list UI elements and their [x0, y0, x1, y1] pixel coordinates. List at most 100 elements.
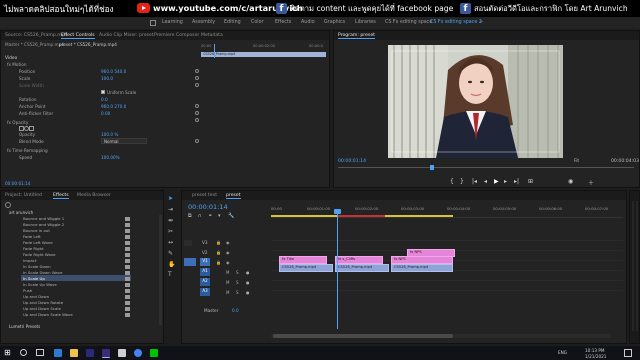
timeline-timecode[interactable]: 00:00:01:14	[188, 203, 228, 211]
lock-icon[interactable]: 🔒	[216, 240, 221, 245]
workspace-assembly[interactable]: Assembly	[192, 20, 215, 25]
notepad-icon[interactable]	[118, 349, 126, 357]
insert-icon[interactable]: ⊞	[528, 178, 533, 185]
effect-item[interactable]: Fade Left	[23, 234, 41, 239]
breadcrumb-master[interactable]: Master * CS526_Pramp.mp4	[5, 42, 64, 47]
lock-icon[interactable]: 🔒	[216, 260, 221, 265]
task-view-icon[interactable]	[36, 349, 44, 356]
ec-value-anchor-point[interactable]: 960.0 270.0	[101, 104, 126, 109]
program-playhead[interactable]	[430, 165, 434, 170]
clip-v2-nps[interactable]: fx NPS	[391, 256, 453, 264]
linked-selection-icon[interactable]: ⚭	[208, 213, 212, 219]
ec-mini-timeline[interactable]: 00:00 00:00:02:00 00:00:0 CS526_Pramp.mp…	[201, 44, 329, 58]
ripple-edit-tool-icon[interactable]: ⇹	[168, 217, 173, 224]
effect-item[interactable]: Bounce in out	[23, 228, 50, 233]
track-label-v2[interactable]: V2	[202, 250, 208, 255]
sync-lock-icon[interactable]	[184, 240, 192, 246]
eye-icon[interactable]: ◉	[226, 250, 230, 255]
program-timecode[interactable]: 00:00:01:14	[338, 159, 366, 164]
workspace-editing[interactable]: Editing	[224, 20, 241, 25]
timeline-scroll-thumb[interactable]	[273, 334, 453, 338]
eye-icon[interactable]: ◉	[226, 240, 230, 245]
clip-v1-2[interactable]: CS526_Pramp.mp4	[335, 264, 389, 272]
effect-item[interactable]: Up and Down	[23, 294, 49, 299]
track-target-a1[interactable]: A1	[200, 268, 210, 276]
reset-icon[interactable]	[195, 83, 199, 87]
effect-item[interactable]: Up and Down Scale Wave	[23, 312, 73, 317]
mark-in-icon[interactable]: {	[450, 178, 454, 185]
uniform-scale-checkbox[interactable]	[101, 90, 105, 94]
effect-item[interactable]: Up and Down Rotate	[23, 300, 63, 305]
tab-effects[interactable]: Effects	[53, 193, 69, 199]
lumetri-folder[interactable]: Lumetri Presets	[9, 324, 40, 329]
ec-playhead[interactable]	[214, 44, 215, 58]
mute-icon[interactable]: M	[226, 290, 229, 295]
workspace-graphics[interactable]: Graphics	[324, 20, 345, 25]
clip-v1-1[interactable]: CS526_Pramp.mp4	[279, 264, 333, 272]
nest-icon[interactable]: ⧉	[188, 213, 192, 219]
program-scrub-bar[interactable]	[338, 165, 634, 171]
track-label-v3[interactable]: V3	[202, 240, 208, 245]
timeline-h-scrollbar[interactable]	[271, 334, 611, 338]
ec-row-motion[interactable]: fx Motion	[7, 62, 26, 67]
effect-item[interactable]: In Scale Down	[23, 264, 51, 269]
hand-tool-icon[interactable]: ✋	[168, 261, 175, 268]
track-target-v1[interactable]: V1	[200, 258, 210, 266]
slip-tool-icon[interactable]: ↔	[168, 239, 173, 246]
breadcrumb-clip[interactable]: preset * CS526_Pramp.mp4	[59, 42, 117, 47]
ec-value-anti-flicker[interactable]: 0.00	[101, 111, 110, 116]
effects-scrollbar[interactable]	[159, 215, 162, 325]
wrench-icon[interactable]: 🔧	[228, 213, 234, 219]
tab-sequence-preset-text[interactable]: preset text	[192, 193, 217, 198]
effect-item[interactable]: Bounce and Wiggle 2	[23, 222, 64, 227]
ec-value-scale[interactable]: 100.0	[101, 76, 113, 81]
master-track-value[interactable]: 0.0	[232, 308, 239, 313]
effect-item[interactable]: In Scale Up Wave	[23, 282, 57, 287]
track-target-a2[interactable]: A2	[200, 278, 210, 286]
ec-value-position[interactable]: 960.0 540.0	[101, 69, 126, 74]
file-explorer-icon[interactable]	[70, 349, 78, 357]
tab-premiere-composer[interactable]: Premiere Composer	[154, 33, 199, 38]
workspace-effects[interactable]: Effects	[275, 20, 291, 25]
program-video-frame[interactable]	[388, 45, 563, 158]
mark-out-icon[interactable]: }	[460, 178, 464, 185]
effect-item[interactable]: Bounce and Wiggle 1	[23, 216, 64, 221]
solo-icon[interactable]: S	[236, 280, 239, 285]
workspace-audio[interactable]: Audio	[301, 20, 315, 25]
ec-value-rotation[interactable]: 0.0	[101, 97, 108, 102]
workspace-cs-fx-2[interactable]: CS Fx editing space 2	[430, 20, 482, 25]
timeline-playhead[interactable]	[337, 211, 338, 329]
export-frame-icon[interactable]: ◉	[568, 178, 573, 185]
workspace-libraries[interactable]: Libraries	[355, 20, 376, 25]
mic-icon[interactable]: ●	[246, 290, 250, 295]
clip-v1-3[interactable]: CS526_Pramp.mp4	[391, 264, 453, 272]
step-back-icon[interactable]: ◂	[484, 178, 487, 185]
step-forward-icon[interactable]: ▸	[504, 178, 507, 185]
effect-item[interactable]: Fade Left Wave	[23, 240, 53, 245]
tab-media-browser[interactable]: Media Browser	[77, 193, 111, 198]
selection-tool-icon[interactable]: ➤	[168, 195, 173, 202]
search-icon[interactable]	[5, 202, 11, 208]
reset-icon[interactable]	[195, 118, 199, 122]
tab-sequence-preset[interactable]: preset	[226, 193, 241, 199]
notification-icon[interactable]	[624, 349, 632, 357]
windows-start-icon[interactable]: ⊞	[4, 348, 11, 357]
track-target-a3[interactable]: A3	[200, 288, 210, 296]
lock-icon[interactable]: 🔒	[216, 250, 221, 255]
effect-item[interactable]: Impact	[23, 258, 36, 263]
effect-item-selected[interactable]: In Scale Up	[23, 276, 45, 281]
playhead-handle[interactable]	[334, 209, 341, 214]
solo-icon[interactable]: S	[236, 270, 239, 275]
chrome-icon[interactable]	[134, 349, 142, 357]
workspace-learning[interactable]: Learning	[162, 20, 183, 25]
language-indicator[interactable]: ENG	[558, 350, 567, 355]
button-editor-icon[interactable]: ＋	[588, 178, 594, 187]
home-icon[interactable]	[150, 20, 156, 26]
mic-icon[interactable]: ●	[246, 280, 250, 285]
add-marker-icon[interactable]: ▾	[218, 213, 221, 219]
reset-icon[interactable]	[195, 69, 199, 73]
effect-item[interactable]: Up and Down Scale	[23, 306, 61, 311]
program-fit-select[interactable]: Fit	[574, 159, 579, 164]
reset-icon[interactable]	[195, 111, 199, 115]
track-select-tool-icon[interactable]: ⇥	[168, 206, 173, 213]
